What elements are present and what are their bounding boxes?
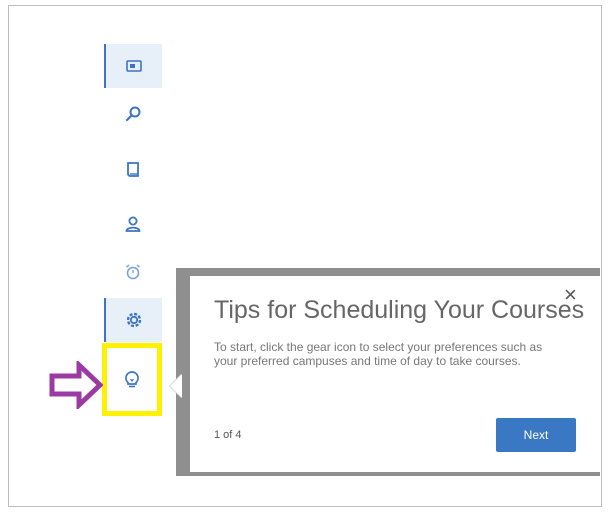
- tips-highlight: [102, 343, 162, 416]
- tip-title: Tips for Scheduling Your Courses: [214, 296, 585, 324]
- tip-step-counter: 1 of 4: [214, 429, 242, 441]
- sidebar-item-courses[interactable]: [104, 148, 162, 192]
- search-icon: [125, 106, 141, 122]
- tip-body-text: To start, click the gear icon to select …: [214, 340, 543, 368]
- sidebar-item-schedule[interactable]: [104, 250, 162, 294]
- id-card-icon: [126, 60, 142, 72]
- sidebar-item-settings[interactable]: [104, 298, 162, 342]
- sidebar-item-dashboard[interactable]: [104, 44, 162, 88]
- user-icon: [125, 216, 141, 232]
- tip-pointer-caret: [170, 374, 182, 398]
- tip-popover: Tips for Scheduling Your Courses × To st…: [190, 276, 600, 472]
- pointer-arrow-icon: [49, 361, 103, 409]
- next-button[interactable]: Next: [496, 418, 576, 452]
- sidebar-item-tips[interactable]: [117, 365, 147, 395]
- sidebar-item-search[interactable]: [104, 92, 162, 136]
- alarm-clock-icon: [126, 264, 140, 280]
- close-icon[interactable]: ×: [564, 284, 577, 306]
- gear-icon: [126, 312, 142, 328]
- book-icon: [127, 162, 139, 177]
- sidebar-item-profile[interactable]: [104, 202, 162, 246]
- sidebar-nav: [104, 40, 162, 346]
- lightbulb-icon: [125, 370, 139, 387]
